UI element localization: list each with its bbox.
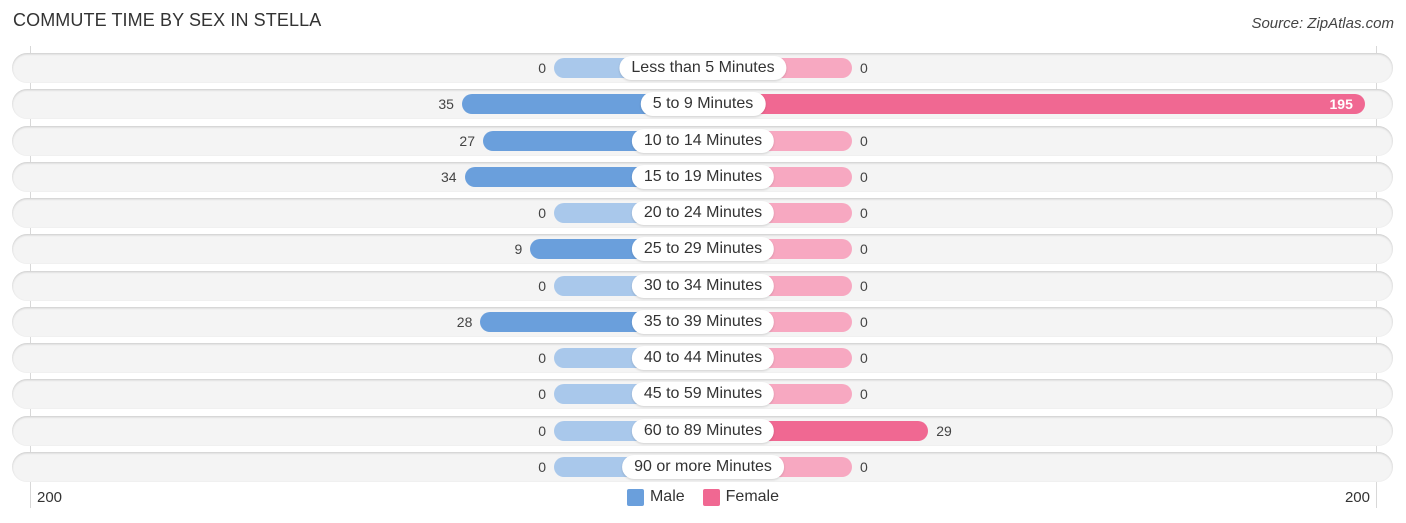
- female-value-label: 0: [860, 168, 868, 185]
- male-value-label: 0: [538, 60, 546, 76]
- male-value-label: 0: [538, 277, 546, 294]
- male-value-label: 28: [456, 313, 473, 330]
- male-value-label: 0: [538, 205, 546, 221]
- category-label: 30 to 34 Minutes: [631, 273, 775, 298]
- female-value-label: 0: [860, 313, 868, 330]
- category-label: 35 to 39 Minutes: [631, 309, 775, 334]
- male-value-label: 0: [538, 458, 546, 475]
- female-value-label: 29: [936, 422, 952, 439]
- female-value-label: 0: [860, 386, 868, 403]
- legend-label-male: Male: [649, 488, 685, 505]
- female-value-label: 0: [860, 205, 868, 221]
- female-value-label: 0: [860, 350, 868, 366]
- male-value-label: 35: [438, 96, 454, 113]
- category-label: 40 to 44 Minutes: [631, 346, 775, 370]
- male-value-label: 34: [441, 168, 457, 185]
- source-label: Source: ZipAtlas.com: [1251, 15, 1394, 32]
- female-value-label: 0: [860, 458, 868, 475]
- legend-label-female: Female: [725, 488, 780, 505]
- category-label: 15 to 19 Minutes: [631, 164, 775, 189]
- male-value-label: 27: [459, 132, 475, 149]
- male-value-label: 9: [514, 241, 523, 258]
- category-label: 20 to 24 Minutes: [631, 201, 775, 225]
- female-value-label: 195: [1329, 96, 1353, 113]
- category-label: Less than 5 Minutes: [619, 56, 787, 80]
- female-bar[interactable]: [703, 94, 1365, 115]
- male-value-label: 0: [538, 350, 546, 366]
- female-value-label: 0: [860, 277, 868, 294]
- legend: Male Female: [0, 488, 1406, 506]
- legend-swatch-male: [626, 488, 644, 506]
- male-value-label: 0: [538, 386, 546, 403]
- category-label: 60 to 89 Minutes: [631, 418, 775, 443]
- legend-swatch-female: [702, 488, 720, 506]
- female-value-label: 0: [860, 132, 868, 149]
- category-label: 5 to 9 Minutes: [640, 92, 766, 117]
- female-value-label: 0: [860, 241, 868, 258]
- chart-title: COMMUTE TIME BY SEX IN STELLA: [13, 10, 322, 30]
- category-label: 45 to 59 Minutes: [631, 382, 775, 407]
- male-value-label: 0: [538, 422, 546, 439]
- category-label: 25 to 29 Minutes: [631, 237, 775, 262]
- category-label: 90 or more Minutes: [622, 454, 784, 479]
- category-label: 10 to 14 Minutes: [631, 128, 775, 153]
- legend-item-female[interactable]: Female: [702, 488, 780, 506]
- legend-item-male[interactable]: Male: [626, 488, 685, 506]
- female-value-label: 0: [860, 60, 868, 76]
